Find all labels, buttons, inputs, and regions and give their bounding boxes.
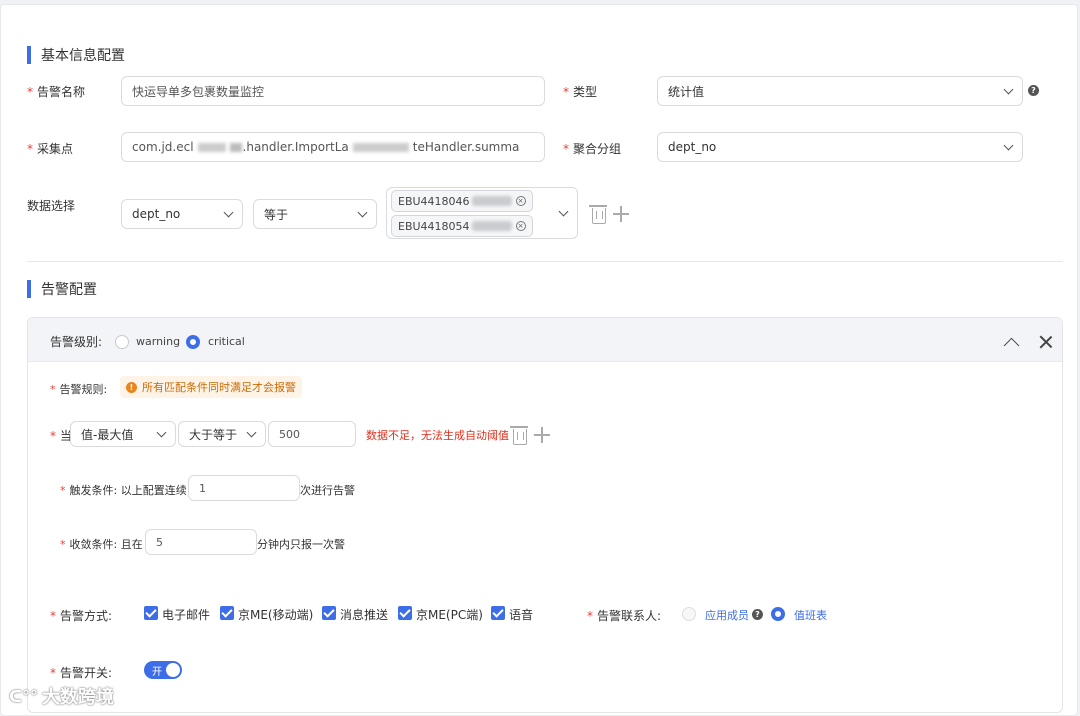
watermark-text: 大数跨境	[42, 687, 115, 708]
alert-rule-card: 告警级别: warning critical * 告警规则: ! 所有匹配条件同时满…	[27, 317, 1063, 713]
watermark-logo-icon: ᑕ°°	[9, 686, 39, 706]
threshold-input[interactable]: 500	[268, 421, 356, 447]
alert-name-label: * 告警名称	[27, 85, 86, 99]
type-select[interactable]: 统计值	[657, 76, 1023, 106]
radio-critical-label: critical	[208, 335, 245, 348]
chevron-down-icon	[223, 207, 234, 217]
method-label: * 告警方式:	[50, 609, 113, 623]
help-icon[interactable]: ?	[752, 609, 763, 620]
value-tag-text: EBU4418046	[398, 194, 470, 208]
checkbox-jme-pc-label: 京ME(PC端)	[416, 608, 483, 622]
trigger-suffix: 次进行告警	[300, 484, 355, 497]
remove-tag-icon[interactable]: ×	[515, 221, 526, 231]
checkbox-voice-label: 语音	[509, 608, 534, 622]
alert-switch-toggle[interactable]: 开	[144, 661, 182, 679]
checkbox-email[interactable]	[144, 606, 158, 620]
group-select[interactable]: dept_no	[657, 132, 1023, 162]
threshold-error: 数据不足，无法生成自动阈值	[366, 429, 509, 442]
switch-knob	[166, 663, 180, 677]
data-op-value: 等于	[264, 207, 289, 222]
comparator-value: 大于等于	[189, 427, 238, 442]
delete-icon[interactable]	[510, 426, 528, 445]
watermark: ᑕ°° 大数跨境	[9, 683, 114, 709]
data-field-select[interactable]: dept_no	[121, 199, 243, 229]
checkbox-push[interactable]	[322, 606, 336, 620]
contact-label: * 告警联系人:	[587, 609, 662, 623]
radio-app-members-label: 应用成员	[705, 609, 749, 622]
chevron-down-icon	[1003, 84, 1014, 94]
radio-app-members[interactable]	[682, 607, 696, 621]
switch-state-text: 开	[152, 667, 162, 678]
redacted-block	[352, 142, 409, 152]
converge-label: * 收敛条件: 且在	[60, 538, 143, 551]
type-label: * 类型	[563, 85, 598, 99]
add-icon[interactable]	[534, 427, 550, 443]
chevron-down-icon	[357, 207, 368, 217]
chevron-down-icon	[156, 427, 167, 437]
alert-section-title: 告警配置	[27, 279, 97, 299]
basic-section-title: 基本信息配置	[27, 45, 125, 65]
rule-label: * 告警规则:	[50, 383, 108, 396]
section-divider	[27, 261, 1063, 262]
collect-value-part: teHandler.summa	[412, 140, 520, 154]
chevron-down-icon	[1003, 140, 1014, 150]
redacted-block	[229, 142, 242, 152]
section-accent-bar	[27, 280, 31, 298]
chevron-down-icon	[558, 206, 569, 216]
help-icon[interactable]: ?	[1028, 85, 1039, 96]
section-accent-bar	[27, 46, 31, 64]
checkbox-jme-pc[interactable]	[398, 606, 412, 620]
collect-value-part: .handler.ImportLa	[242, 140, 349, 154]
switch-label: * 告警开关:	[50, 666, 113, 680]
value-tag: EBU4418046 ×	[391, 190, 533, 212]
data-select-label: 数据选择	[27, 199, 76, 213]
level-label: 告警级别:	[50, 335, 103, 349]
group-select-value: dept_no	[668, 140, 717, 154]
checkbox-jme-mobile[interactable]	[220, 606, 234, 620]
data-op-select[interactable]: 等于	[253, 199, 377, 229]
collect-input[interactable]: com.jd.ecl .handler.ImportLa teHandler.s…	[121, 132, 545, 162]
comparator-select[interactable]: 大于等于	[178, 421, 266, 447]
radio-duty-roster-label: 值班表	[794, 609, 827, 622]
redacted-block	[197, 142, 226, 152]
chevron-down-icon	[246, 427, 257, 437]
collect-value-part: com.jd.ecl	[132, 140, 194, 154]
type-select-value: 统计值	[668, 84, 705, 99]
collect-label: * 采集点	[27, 142, 74, 156]
alert-name-input[interactable]: 快运导单多包裹数量监控	[121, 76, 545, 106]
trigger-count-input[interactable]: 1	[188, 475, 300, 501]
radio-warning-label: warning	[136, 335, 181, 348]
warning-icon: !	[126, 381, 137, 393]
checkbox-push-label: 消息推送	[340, 608, 389, 622]
data-field-value: dept_no	[132, 207, 181, 221]
radio-critical[interactable]	[186, 335, 200, 349]
checkbox-voice[interactable]	[491, 606, 505, 620]
checkbox-email-label: 电子邮件	[162, 608, 211, 622]
value-tag-text: EBU4418054	[398, 219, 470, 233]
converge-minutes-input[interactable]: 5	[145, 529, 257, 555]
radio-duty-roster[interactable]	[771, 607, 785, 621]
group-label: * 聚合分组	[563, 142, 622, 156]
value-tag: EBU4418054 ×	[391, 215, 533, 237]
metric-value: 值-最大值	[81, 427, 134, 442]
checkbox-jme-mobile-label: 京ME(移动端)	[238, 608, 314, 622]
alert-card-header	[28, 318, 1062, 362]
converge-suffix: 分钟内只报一次警	[257, 538, 345, 551]
close-icon[interactable]	[1039, 335, 1053, 349]
add-icon[interactable]	[613, 206, 629, 222]
radio-warning[interactable]	[115, 335, 129, 349]
metric-select[interactable]: 值-最大值	[70, 421, 176, 447]
trigger-label: * 触发条件: 以上配置连续	[60, 484, 187, 497]
rule-hint: ! 所有匹配条件同时满足才会报警	[120, 376, 302, 398]
remove-tag-icon[interactable]: ×	[515, 196, 526, 206]
config-page: 基本信息配置 * 告警名称 快运导单多包裹数量监控 * 类型 统计值 ? * 采集点 …	[0, 4, 1078, 716]
when-label: * 当	[50, 429, 73, 443]
alert-section-title-text: 告警配置	[41, 282, 97, 298]
delete-icon[interactable]	[589, 205, 607, 224]
basic-section-title-text: 基本信息配置	[41, 48, 125, 64]
